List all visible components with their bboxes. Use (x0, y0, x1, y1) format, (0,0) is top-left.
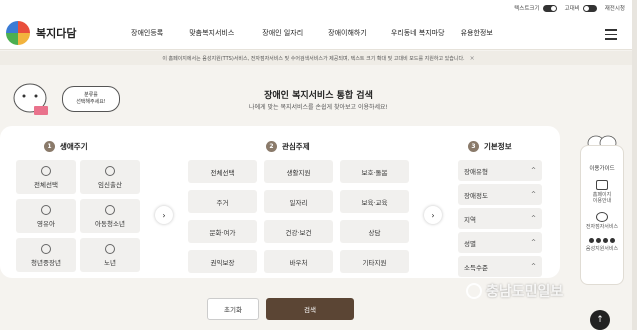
chevron-icon: ^ (530, 167, 536, 174)
braille-icon (596, 212, 608, 222)
lifecycle-youth-button[interactable]: 아동청소년 (80, 199, 140, 233)
media-controls[interactable] (581, 238, 623, 243)
income-level-select[interactable]: 소득수준 ^ (458, 256, 542, 277)
guide-voice-link[interactable]: 음성지원서비스 (581, 246, 623, 252)
page-subtitle: 나에게 맞는 복지서비스를 손쉽게 찾아보고 이용하세요! (249, 104, 388, 111)
text-size-toggle[interactable]: 텍스트크기 (514, 4, 557, 12)
chevron-icon: ^ (530, 239, 536, 246)
lifecycle-label: 영유아 (37, 219, 55, 228)
gender-select[interactable]: 성별 ^ (458, 232, 542, 253)
high-contrast-label: 고대비 (564, 6, 580, 12)
chevron-icon: ^ (530, 215, 536, 222)
select-label: 장애유형 (464, 167, 488, 176)
guide-title[interactable]: 이용가이드 (581, 164, 623, 172)
header: 복지다담 장애인등록 맞춤복지서비스 장애인 일자리 장애이해하기 우리동네 복… (0, 16, 637, 50)
next-arrow-icon[interactable]: › (424, 206, 442, 224)
nav-item-understanding[interactable]: 장애이해하기 (328, 28, 367, 38)
scrollbar[interactable] (632, 0, 637, 330)
reset-button[interactable]: 초기화 (207, 298, 259, 320)
interest-care-button[interactable]: 보호·돌봄 (340, 160, 409, 183)
logo[interactable]: 복지다담 (6, 20, 126, 45)
select-label: 소득수준 (464, 263, 488, 272)
lifecycle-label: 청년중장년 (31, 258, 61, 267)
senior-icon (105, 243, 115, 254)
nav-item-useful-info[interactable]: 유용한정보 (461, 28, 493, 38)
logo-icon (6, 20, 30, 45)
text-size-switch[interactable] (542, 5, 557, 12)
interest-culture-button[interactable]: 문화·여가 (188, 220, 257, 243)
high-contrast-toggle[interactable]: 고대비 (565, 4, 597, 12)
next-arrow-icon[interactable]: › (155, 206, 173, 224)
step-number: 1 (44, 141, 55, 152)
chevron-icon: ^ (530, 263, 536, 270)
lifecycle-heading-label: 생애주기 (60, 142, 88, 151)
notice-text: 이 홈페이지에서는 음성지원(TTS)서비스, 전자점자서비스 및 수어검색서비… (162, 55, 465, 62)
menu-icon[interactable] (605, 29, 617, 43)
guide-braille-link[interactable]: 전자점자서비스 (581, 212, 623, 230)
usage-guide-panel: 이용가이드 홈페이지 이용안내 전자점자서비스 음성지원서비스 (580, 145, 624, 285)
lifecycle-senior-button[interactable]: 노년 (80, 238, 140, 272)
guide-item-label: 이용안내 (592, 198, 612, 204)
select-label: 성별 (464, 239, 476, 248)
lifecycle-heading: 1 생애주기 (44, 141, 88, 152)
interest-education-button[interactable]: 보육·교육 (340, 190, 409, 213)
basic-info-heading: 3 기본정보 (468, 141, 512, 152)
child-icon (105, 204, 115, 215)
select-label: 지역 (464, 215, 476, 224)
text-size-label: 텍스트크기 (514, 6, 540, 12)
interest-housing-button[interactable]: 주거 (188, 190, 257, 213)
close-icon[interactable]: × (470, 55, 475, 62)
monitor-icon (596, 180, 608, 190)
interest-other-button[interactable]: 기타지원 (340, 250, 409, 273)
step-number: 2 (266, 141, 277, 152)
nav-item-neighborhood[interactable]: 우리동네 복지마당 (391, 28, 445, 38)
lifecycle-label: 임신출산 (98, 180, 122, 189)
step-number: 3 (468, 141, 479, 152)
watermark-logo-icon (466, 283, 482, 299)
interest-heading-label: 관심주제 (282, 142, 310, 151)
disability-level-select[interactable]: 장애정도 ^ (458, 184, 542, 205)
nav-item-custom-services[interactable]: 맞춤복지서비스 (189, 28, 234, 38)
pregnancy-icon (105, 165, 115, 176)
region-select[interactable]: 지역 ^ (458, 208, 542, 229)
high-contrast-switch[interactable] (582, 5, 597, 12)
interest-heading: 2 관심주제 (266, 141, 310, 152)
lifecycle-label: 노년 (104, 258, 116, 267)
watermark-text: 충남도민일보 (486, 284, 564, 300)
lifecycle-label: 전체선택 (34, 180, 58, 189)
lifecycle-pregnancy-button[interactable]: 임신출산 (80, 160, 140, 194)
lifecycle-adult-button[interactable]: 청년중장년 (16, 238, 76, 272)
guide-item-label: 전자점자서비스 (585, 224, 619, 230)
interest-rights-button[interactable]: 권익보장 (188, 250, 257, 273)
lifecycle-all-button[interactable]: 전체선택 (16, 160, 76, 194)
interest-living-button[interactable]: 생활지원 (264, 160, 333, 183)
nav-item-jobs[interactable]: 장애인 일자리 (262, 28, 303, 38)
interest-counseling-button[interactable]: 상담 (340, 220, 409, 243)
guide-homepage-link[interactable]: 홈페이지 이용안내 (581, 180, 623, 204)
search-button[interactable]: 검색 (266, 298, 354, 320)
logo-text: 복지다담 (36, 26, 77, 40)
disability-type-select[interactable]: 장애유형 ^ (458, 160, 542, 181)
accessibility-notice: 이 홈페이지에서는 음성지원(TTS)서비스, 전자점자서비스 및 수어검색서비… (0, 51, 637, 65)
adult-icon (41, 243, 51, 254)
interest-voucher-button[interactable]: 바우처 (264, 250, 333, 273)
check-icon (41, 165, 51, 176)
scroll-top-button[interactable]: ↑ (590, 310, 610, 330)
basic-info-heading-label: 기본정보 (484, 142, 512, 151)
lifecycle-infant-button[interactable]: 영유아 (16, 199, 76, 233)
lifecycle-label: 아동청소년 (95, 219, 125, 228)
infant-icon (41, 204, 51, 215)
watermark: 충남도민일보 (466, 281, 563, 301)
utility-bar: 텍스트크기 고대비 재전시청 (0, 0, 637, 16)
chevron-icon: ^ (530, 191, 536, 198)
interest-all-button[interactable]: 전체선택 (188, 160, 257, 183)
interest-health-button[interactable]: 건강·보건 (264, 220, 333, 243)
select-label: 장애정도 (464, 191, 488, 200)
interest-jobs-button[interactable]: 일자리 (264, 190, 333, 213)
page-title: 장애인 복지서비스 통합 검색 (264, 91, 373, 101)
main-nav: 장애인등록 맞춤복지서비스 장애인 일자리 장애이해하기 우리동네 복지마당 유… (126, 28, 493, 38)
reset-view-link[interactable]: 재전시청 (605, 4, 625, 12)
nav-item-registration[interactable]: 장애인등록 (131, 28, 163, 38)
